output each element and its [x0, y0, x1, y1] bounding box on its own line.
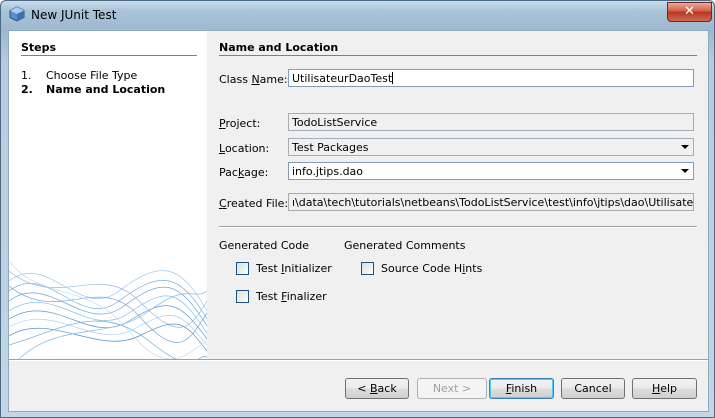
- test-finalizer-checkbox[interactable]: Test Finalizer: [236, 290, 327, 303]
- checkbox-box[interactable]: [236, 262, 249, 275]
- help-button[interactable]: Help: [632, 378, 697, 399]
- location-label: Location:: [219, 142, 270, 155]
- checkbox-label: Test Finalizer: [256, 290, 327, 303]
- options-divider: [219, 226, 697, 228]
- steps-panel: Steps 1. Choose File Type 2. Name and Loca…: [9, 31, 207, 359]
- checkbox-label: Test Initializer: [256, 262, 332, 275]
- generated-comments-label: Generated Comments: [344, 239, 466, 252]
- location-dropdown[interactable]: Test Packages: [288, 138, 694, 156]
- name-and-location-panel: Name and Location Class Name: Utilisateu…: [219, 31, 708, 359]
- cancel-button[interactable]: Cancel: [561, 378, 625, 399]
- chevron-down-icon: [681, 169, 689, 173]
- project-label: Project:: [219, 117, 261, 130]
- step-label: Choose File Type: [46, 69, 138, 82]
- close-icon: ✕: [684, 4, 695, 19]
- close-button[interactable]: ✕: [667, 2, 712, 22]
- checkbox-box[interactable]: [236, 290, 249, 303]
- package-combobox[interactable]: info.jtips.dao: [288, 162, 694, 180]
- project-field: TodoListService: [288, 113, 694, 131]
- next-button[interactable]: Next >: [417, 378, 487, 399]
- window-title: New JUnit Test: [31, 8, 117, 22]
- section-title: Name and Location: [219, 41, 339, 54]
- steps-divider: [21, 55, 197, 56]
- back-button[interactable]: < Back: [345, 378, 409, 399]
- step-label: Name and Location: [46, 83, 166, 96]
- source-code-hints-checkbox[interactable]: Source Code Hints: [361, 262, 482, 275]
- text-caret: [392, 72, 394, 84]
- decorative-waves-image: [9, 260, 207, 359]
- test-initializer-checkbox[interactable]: Test Initializer: [236, 262, 332, 275]
- checkbox-label: Source Code Hints: [381, 262, 483, 275]
- step-item: 1. Choose File Type: [21, 69, 137, 82]
- section-divider: [219, 55, 697, 56]
- title-bar[interactable]: New JUnit Test ✕: [1, 1, 714, 29]
- created-file-field: ı\data\tech\tutorials\netbeans\TodoListS…: [288, 193, 694, 211]
- class-name-label: Class Name:: [219, 73, 288, 86]
- package-label: Package:: [219, 166, 269, 179]
- dialog-body: Steps 1. Choose File Type 2. Name and Loca…: [8, 30, 709, 412]
- class-name-input[interactable]: UtilisateurDaoTest: [288, 69, 694, 87]
- created-file-label: Created File:: [219, 197, 289, 210]
- checkbox-box[interactable]: [361, 262, 374, 275]
- finish-button[interactable]: Finish: [489, 378, 554, 399]
- chevron-down-icon: [681, 145, 689, 149]
- generated-code-label: Generated Code: [219, 239, 310, 252]
- step-number: 2.: [21, 83, 33, 96]
- buttons-divider: [9, 359, 708, 361]
- step-number: 1.: [21, 69, 32, 82]
- step-item-current: 2. Name and Location: [21, 83, 165, 96]
- netbeans-cube-icon: [9, 6, 25, 22]
- dialog-window: New JUnit Test ✕ Steps 1. Choose File Typ…: [0, 0, 715, 418]
- steps-title: Steps: [21, 41, 57, 54]
